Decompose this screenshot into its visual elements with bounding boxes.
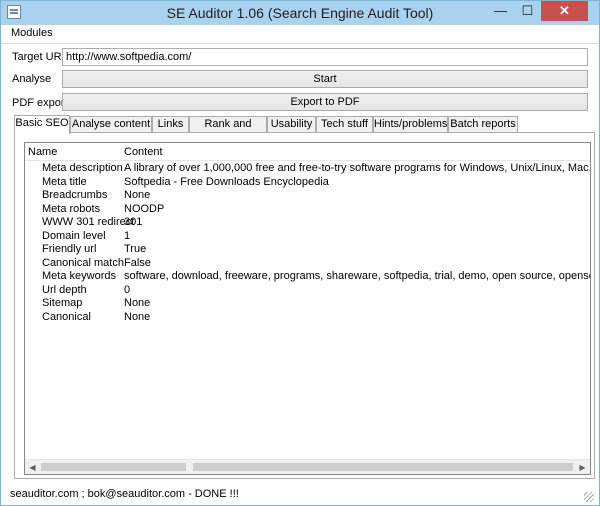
menu-divider bbox=[2, 43, 598, 44]
row-name: Meta robots bbox=[42, 202, 101, 215]
row-content: None bbox=[124, 189, 151, 201]
menu-modules[interactable]: Modules bbox=[11, 27, 53, 39]
analyse-label: Analyse bbox=[12, 73, 52, 85]
row-name: Sitemap bbox=[42, 297, 83, 309]
minimize-button[interactable]: — bbox=[487, 1, 514, 21]
tab-analyse-content[interactable]: Analyse content bbox=[70, 116, 152, 132]
target-url-input[interactable] bbox=[62, 48, 588, 66]
table-row[interactable]: Meta robots NOODP bbox=[25, 203, 590, 217]
start-button[interactable]: Start bbox=[62, 70, 588, 88]
row-content: True bbox=[124, 243, 147, 255]
tab-batch-reports[interactable]: Batch reports bbox=[448, 116, 518, 132]
target-url-label: Target URL bbox=[12, 51, 68, 63]
row-name: Meta title bbox=[42, 175, 87, 188]
row-name: Canonical bbox=[42, 310, 91, 323]
row-content: 1 bbox=[124, 229, 131, 242]
title-bar[interactable]: SE Auditor 1.06 (Search Engine Audit Too… bbox=[1, 1, 599, 25]
horizontal-scrollbar[interactable]: ◀ ▶ bbox=[25, 459, 590, 474]
row-content: NOODP bbox=[124, 202, 165, 215]
menu-bar: Modules bbox=[2, 25, 598, 43]
row-content: A library of over 1,000,000 free and fre… bbox=[124, 162, 591, 174]
tab-hints-problems[interactable]: Hints/problems bbox=[373, 116, 448, 132]
pdf-export-label: PDF export bbox=[12, 97, 68, 109]
table-row[interactable]: Canonical match False bbox=[25, 257, 590, 271]
tab-bar: Basic SEO Analyse content Links Rank and… bbox=[14, 115, 594, 145]
table-row[interactable]: Friendly url True bbox=[25, 243, 590, 257]
row-name: WWW 301 redirect bbox=[42, 216, 135, 228]
table-row[interactable]: Url depth 0 bbox=[25, 284, 590, 298]
table-row[interactable]: WWW 301 redirect 301 bbox=[25, 216, 590, 230]
table-row[interactable]: Meta title Softpedia - Free Downloads Enc… bbox=[25, 176, 590, 190]
export-pdf-button[interactable]: Export to PDF bbox=[62, 93, 588, 111]
close-button[interactable]: ✕ bbox=[541, 1, 588, 21]
scroll-left-arrow-icon[interactable]: ◀ bbox=[25, 460, 40, 474]
row-name: Domain level bbox=[42, 229, 106, 242]
tab-usability[interactable]: Usability bbox=[267, 116, 316, 132]
tab-panel-basic-seo: Name Content Meta description A library o… bbox=[14, 132, 595, 479]
status-text: seauditor.com ; bok@seauditor.com - DONE… bbox=[10, 488, 239, 500]
tab-rank-and-social[interactable]: Rank and social bbox=[189, 116, 267, 145]
status-bar: seauditor.com ; bok@seauditor.com - DONE… bbox=[2, 483, 598, 505]
maximize-button[interactable]: ☐ bbox=[514, 1, 541, 21]
row-content: None bbox=[124, 297, 151, 309]
app-window: SE Auditor 1.06 (Search Engine Audit Too… bbox=[0, 0, 600, 506]
row-name: Friendly url bbox=[42, 243, 97, 255]
list-rows: Meta description A library of over 1,000,… bbox=[25, 162, 590, 324]
scroll-right-arrow-icon[interactable]: ▶ bbox=[575, 460, 590, 474]
row-content: None bbox=[124, 310, 151, 323]
seo-results-list[interactable]: Name Content Meta description A library o… bbox=[24, 142, 591, 475]
tab-basic-seo[interactable]: Basic SEO bbox=[14, 115, 70, 134]
tab-tech-stuff[interactable]: Tech stuff bbox=[316, 116, 373, 132]
row-name: Breadcrumbs bbox=[42, 189, 108, 201]
row-content: False bbox=[124, 256, 151, 269]
column-header-name[interactable]: Name bbox=[28, 146, 57, 158]
scrollbar-thumb[interactable] bbox=[41, 463, 186, 471]
list-header: Name Content bbox=[25, 143, 590, 161]
column-header-content[interactable]: Content bbox=[124, 146, 163, 158]
row-name: Meta keywords bbox=[42, 270, 116, 282]
row-content: software, download, freeware, programs, … bbox=[124, 270, 590, 282]
row-name: Url depth bbox=[42, 283, 87, 296]
scrollbar-track-segment[interactable] bbox=[193, 463, 573, 471]
table-row[interactable]: Meta keywords software, download, freewar… bbox=[25, 270, 590, 284]
tab-links[interactable]: Links bbox=[152, 116, 189, 132]
table-row[interactable]: Domain level 1 bbox=[25, 230, 590, 244]
table-row[interactable]: Sitemap None bbox=[25, 297, 590, 311]
row-content: 0 bbox=[124, 283, 131, 296]
row-name: Meta description bbox=[42, 162, 123, 174]
row-name: Canonical match bbox=[42, 256, 124, 269]
row-content: 301 bbox=[124, 216, 143, 228]
row-content: Softpedia - Free Downloads Encyclopedia bbox=[124, 175, 329, 188]
table-row[interactable]: Meta description A library of over 1,000,… bbox=[25, 162, 590, 176]
resize-grip-icon[interactable] bbox=[584, 492, 594, 502]
table-row[interactable]: Canonical None bbox=[25, 311, 590, 325]
table-row[interactable]: Breadcrumbs None bbox=[25, 189, 590, 203]
